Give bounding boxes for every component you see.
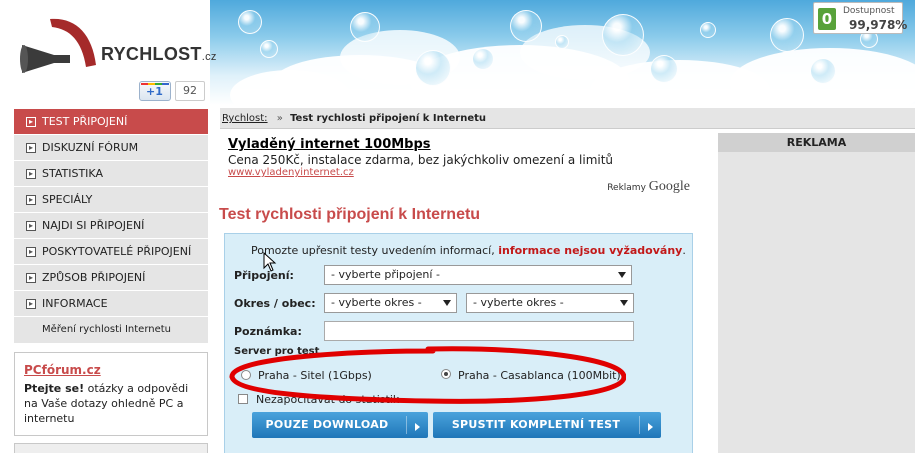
uptime-value: 99,978% <box>849 18 908 32</box>
arrow-right-icon: ▸ <box>26 169 36 179</box>
sidebar-item-label: TEST PŘIPOJENÍ <box>42 115 128 128</box>
arrow-right-icon: ▸ <box>26 195 36 205</box>
page-title: Test rychlosti připojení k Internetu <box>219 206 481 223</box>
google-logo: Google <box>648 179 690 194</box>
logo-horn-icon <box>20 18 96 73</box>
caret-right-icon <box>648 423 653 431</box>
full-test-button[interactable]: SPUSTIT KOMPLETNÍ TEST <box>433 412 661 438</box>
breadcrumb-home-link[interactable]: Rychlost: <box>222 113 268 124</box>
uptime-badge[interactable]: 0 Dostupnost 99,978% <box>813 2 907 34</box>
arrow-right-icon: ▸ <box>26 143 36 153</box>
ad-text: Cena 250Kč, instalace zdarma, bez jakých… <box>228 153 614 167</box>
google-plus-count: 92 <box>175 81 205 101</box>
sidebar-item-test-pripojeni[interactable]: ▸ TEST PŘIPOJENÍ <box>14 109 208 135</box>
exclude-stats-checkbox[interactable] <box>238 394 248 404</box>
sidebar-box-next <box>14 443 208 453</box>
arrow-right-icon: ▸ <box>26 117 36 127</box>
sidebar-item-label: ZPŮSOB PŘIPOJENÍ <box>42 271 146 284</box>
caret-right-icon <box>415 423 420 431</box>
sidebar-item-label: SPECIÁLY <box>42 193 93 206</box>
header-banner-clouds <box>210 0 915 105</box>
form-intro: Pomozte upřesnit testy uvedením informac… <box>251 244 686 257</box>
ad-url-link[interactable]: www.vyladenyinternet.cz <box>228 167 698 178</box>
sidebar-item-diskuzni-forum[interactable]: ▸ DISKUZNÍ FÓRUM <box>14 135 208 161</box>
sidebar-item-label: STATISTIKA <box>42 167 103 180</box>
sidebar-subitem-mereni[interactable]: Měření rychlosti Internetu <box>14 317 208 343</box>
right-ad-column: REKLAMA <box>718 133 915 453</box>
arrow-right-icon: ▸ <box>26 221 36 231</box>
district-label: Okres / obec: <box>234 297 316 310</box>
sidebar-item-zpusob-pripojeni[interactable]: ▸ ZPŮSOB PŘIPOJENÍ <box>14 265 208 291</box>
sidebar-nav: ▸ TEST PŘIPOJENÍ ▸ DISKUZNÍ FÓRUM ▸ STAT… <box>14 109 208 343</box>
uptime-label: Dostupnost <box>843 6 895 16</box>
pcforum-box: PCfórum.cz Ptejte se! otázky a odpovědi … <box>14 352 208 436</box>
sidebar-item-label: INFORMACE <box>42 297 108 310</box>
district-select[interactable]: - vyberte okres - <box>324 293 457 313</box>
chevron-down-icon <box>620 300 628 306</box>
municipality-select[interactable]: - vyberte okres - <box>466 293 634 313</box>
pcforum-link[interactable]: PCfórum.cz <box>24 363 198 377</box>
sidebar-item-informace[interactable]: ▸ INFORMACE <box>14 291 208 317</box>
breadcrumb-separator: » <box>276 113 283 124</box>
sidebar-item-statistika[interactable]: ▸ STATISTIKA <box>14 161 208 187</box>
google-plus-label: +1 <box>146 85 163 98</box>
uptime-status-icon: 0 <box>818 8 836 30</box>
arrow-right-icon: ▸ <box>26 299 36 309</box>
breadcrumb: Rychlost: » Test rychlosti připojení k I… <box>220 108 915 129</box>
sidebar-item-specialy[interactable]: ▸ SPECIÁLY <box>14 187 208 213</box>
ad-title-link[interactable]: Vyladěný internet 100Mbps <box>228 137 698 152</box>
chevron-down-icon <box>618 272 626 278</box>
server-label-sitel: Praha - Sitel (1Gbps) <box>258 369 372 382</box>
header: RYCHLOST.cz +1 92 0 Dostupnost 99,978% <box>0 0 921 105</box>
note-input[interactable] <box>324 321 634 341</box>
exclude-stats-label: Nezapočítávat do statistik <box>256 393 400 406</box>
sidebar-item-label: POSKYTOVATELÉ PŘIPOJENÍ <box>42 245 192 258</box>
reklama-heading: REKLAMA <box>718 133 915 152</box>
sidebar-item-label: NAJDI SI PŘIPOJENÍ <box>42 219 145 232</box>
logo-text: RYCHLOST.cz <box>101 44 217 64</box>
google-plus-button[interactable]: +1 <box>139 81 171 101</box>
server-label: Server pro test <box>234 346 320 357</box>
arrow-right-icon: ▸ <box>26 273 36 283</box>
ad-block: Vyladěný internet 100Mbps Cena 250Kč, in… <box>228 137 698 197</box>
sidebar-item-label: DISKUZNÍ FÓRUM <box>42 141 139 154</box>
pcforum-text: Ptejte se! otázky a odpovědi na Vaše dot… <box>24 382 189 425</box>
sidebar-item-najdi-si-pripojeni[interactable]: ▸ NAJDI SI PŘIPOJENÍ <box>14 213 208 239</box>
chevron-down-icon <box>443 300 451 306</box>
connection-label: Připojení: <box>234 269 294 282</box>
breadcrumb-current: Test rychlosti připojení k Internetu <box>290 113 487 124</box>
server-label-casablanca: Praha - Casablanca (100Mbit) <box>458 369 621 382</box>
note-label: Poznámka: <box>234 325 302 338</box>
connection-select[interactable]: - vyberte připojení - <box>324 265 632 285</box>
server-radio-sitel[interactable] <box>241 370 251 380</box>
speedtest-form: Pomozte upřesnit testy uvedením informac… <box>224 233 693 453</box>
sidebar-item-poskytovatele[interactable]: ▸ POSKYTOVATELÉ PŘIPOJENÍ <box>14 239 208 265</box>
ad-google-label[interactable]: Reklamy Google <box>607 179 690 195</box>
arrow-right-icon: ▸ <box>26 247 36 257</box>
download-only-button[interactable]: POUZE DOWNLOAD <box>252 412 428 438</box>
server-radio-casablanca[interactable] <box>441 369 451 379</box>
google-plus-widget: +1 92 <box>139 81 205 101</box>
